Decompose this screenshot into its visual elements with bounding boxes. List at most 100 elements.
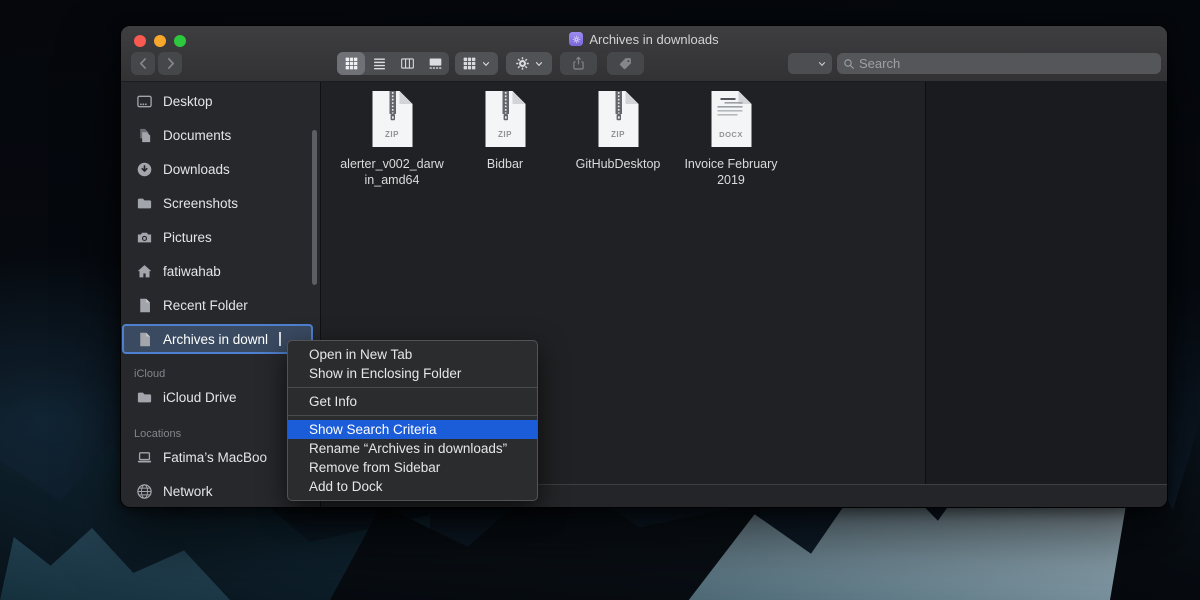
zip-file-icon: ZIP [482, 90, 529, 148]
grid-icon [462, 56, 477, 71]
file-label: Bidbar [487, 157, 523, 173]
window-title: Archives in downloads [589, 31, 719, 47]
icon-view-button[interactable] [337, 52, 365, 75]
sidebar-item-label: Desktop [163, 93, 213, 109]
sidebar-scrollbar[interactable] [312, 130, 317, 285]
file-item[interactable]: DOCX Invoice February 2019 [678, 90, 784, 188]
sidebar-item-downloads[interactable]: Downloads [121, 152, 320, 186]
sidebar-item-desktop[interactable]: Desktop [121, 84, 320, 118]
sidebar-item-label: Fatima’s MacBoo [163, 449, 268, 465]
file-grid: ZIP alerter_v002_darw in_amd64 ZIP Bidba… [339, 90, 791, 188]
menu-item-remove-from-sidebar[interactable]: Remove from Sidebar [288, 458, 537, 477]
tag-icon [618, 56, 633, 71]
menu-separator [288, 387, 537, 388]
menu-item-show-in-enclosing-folder[interactable]: Show in Enclosing Folder [288, 364, 537, 383]
chevron-left-icon [136, 56, 151, 71]
search-input[interactable] [859, 56, 1155, 71]
toolbar-popup-button[interactable] [788, 53, 832, 74]
sidebar-item-recent-folder[interactable]: Recent Folder [121, 288, 320, 322]
list-view-button[interactable] [365, 52, 393, 75]
file-label-line: in_amd64 [364, 172, 420, 187]
downloads-icon [134, 159, 154, 179]
tag-button[interactable] [607, 52, 644, 75]
wallpaper-mountain-left-light [0, 528, 230, 600]
laptop-icon [134, 447, 154, 467]
menu-item-show-search-criteria[interactable]: Show Search Criteria [288, 420, 537, 439]
window-header: Archives in downloads [121, 26, 1167, 82]
sidebar-item-label: Archives in downl [163, 331, 269, 347]
content-right-pane [925, 82, 1167, 484]
document-icon [134, 329, 154, 349]
file-type-badge: ZIP [611, 130, 625, 139]
menu-item-open-in-new-tab[interactable]: Open in New Tab [288, 345, 537, 364]
file-item[interactable]: ZIP GitHubDesktop [565, 90, 671, 188]
sidebar-item-label: Screenshots [163, 195, 239, 211]
menu-separator [288, 415, 537, 416]
sidebar-item-documents[interactable]: Documents [121, 118, 320, 152]
zip-file-icon: ZIP [595, 90, 642, 148]
sidebar-item-pictures[interactable]: Pictures [121, 220, 320, 254]
group-by-dropdown[interactable] [455, 52, 498, 75]
sidebar-item-label: iCloud Drive [163, 389, 237, 405]
chevron-down-icon [534, 59, 544, 69]
desktop-icon [134, 91, 154, 111]
gallery-view-button[interactable] [421, 52, 449, 75]
file-item[interactable]: ZIP alerter_v002_darw in_amd64 [339, 90, 445, 188]
window-body: Desktop Documents Downloads Screenshots … [121, 82, 1167, 507]
documents-icon [134, 125, 154, 145]
menu-item-get-info[interactable]: Get Info [288, 392, 537, 411]
home-icon [134, 261, 154, 281]
file-label: alerter_v002_darw in_amd64 [340, 157, 444, 188]
sidebar-item-label: Documents [163, 127, 232, 143]
forward-button[interactable] [158, 52, 182, 75]
sidebar-item-fatiwahab[interactable]: fatiwahab [121, 254, 320, 288]
search-icon [843, 58, 855, 70]
folder-icon [134, 387, 154, 407]
columns-icon [400, 56, 415, 71]
file-label-line: 2019 [717, 172, 745, 187]
document-icon [134, 295, 154, 315]
globe-icon [134, 481, 154, 501]
context-menu: Open in New Tab Show in Enclosing Folder… [287, 340, 538, 501]
grid-icon [344, 56, 359, 71]
share-button[interactable] [560, 52, 597, 75]
finder-window: Archives in downloads Search Desktop Doc… [120, 25, 1168, 508]
menu-item-add-to-dock[interactable]: Add to Dock [288, 477, 537, 496]
sidebar-item-label: Pictures [163, 229, 212, 245]
file-type-badge: ZIP [385, 130, 399, 139]
search-field [837, 53, 1161, 74]
list-icon [372, 56, 387, 71]
file-type-badge: ZIP [498, 130, 512, 139]
view-mode-segmented-control [337, 52, 449, 75]
file-type-badge: DOCX [719, 130, 743, 139]
zip-file-icon: ZIP [369, 90, 416, 148]
sidebar-item-label: Downloads [163, 161, 230, 177]
gallery-icon [428, 56, 443, 71]
text-cursor [279, 332, 282, 346]
docx-file-icon: DOCX [708, 90, 755, 148]
sidebar-item-label: Recent Folder [163, 297, 248, 313]
file-label-line: Invoice February [684, 157, 778, 171]
share-icon [571, 56, 586, 71]
folder-icon [134, 193, 154, 213]
file-label-line: GitHubDesktop [575, 157, 661, 171]
sidebar-item-label: fatiwahab [163, 263, 221, 279]
action-menu-dropdown[interactable] [506, 52, 552, 75]
smart-folder-icon [569, 32, 584, 46]
back-button[interactable] [131, 52, 155, 75]
camera-icon [134, 227, 154, 247]
menu-item-rename[interactable]: Rename “Archives in downloads” [288, 439, 537, 458]
column-view-button[interactable] [393, 52, 421, 75]
sidebar-item-screenshots[interactable]: Screenshots [121, 186, 320, 220]
sidebar-item-label: Network [163, 483, 213, 499]
file-label-line: alerter_v002_darw [340, 157, 444, 171]
chevron-down-icon [481, 59, 491, 69]
file-item[interactable]: ZIP Bidbar [452, 90, 558, 188]
chevron-right-icon [163, 56, 178, 71]
sidebar-item-archives-in-downloads[interactable]: Archives in downl [122, 324, 313, 354]
desktop-background: Archives in downloads Search Desktop Doc… [0, 0, 1200, 600]
title-row: Archives in downloads [121, 30, 1167, 48]
file-label: GitHubDesktop [576, 157, 661, 173]
file-label-line: Bidbar [486, 157, 524, 171]
file-label: Invoice February 2019 [684, 157, 777, 188]
